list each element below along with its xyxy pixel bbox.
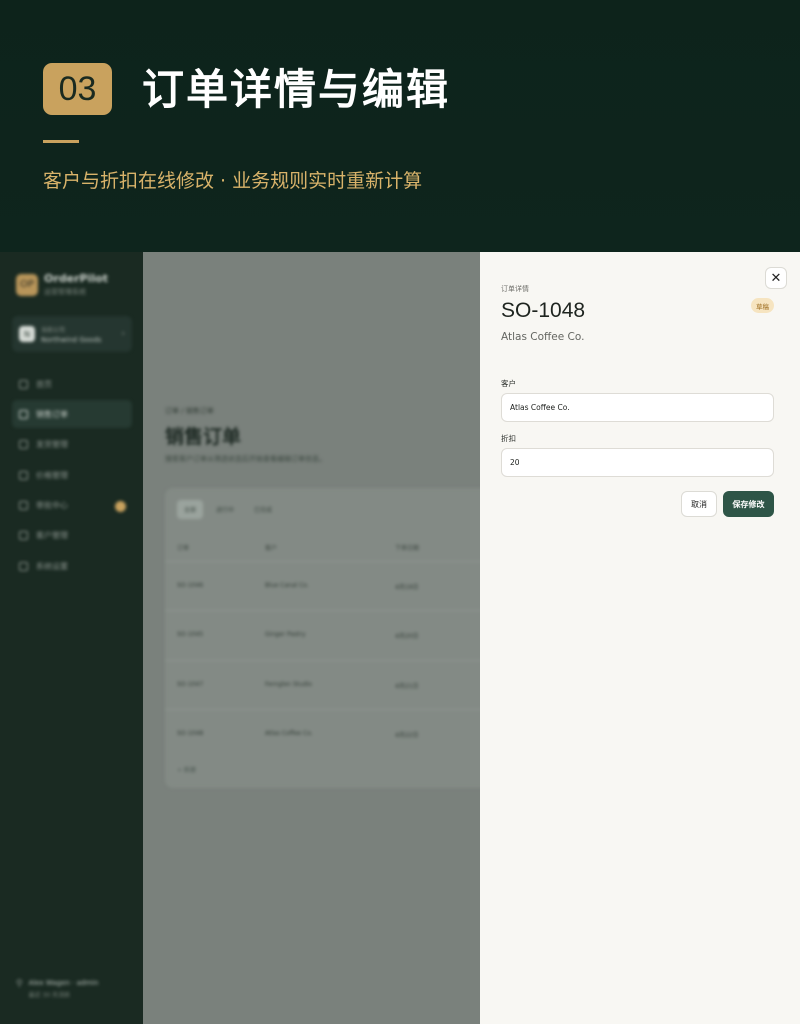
notification-badge [115,500,126,512]
brand[interactable]: OP OrderPilot 运营管理系统 [16,272,108,297]
tab-all[interactable]: 全部 [177,500,204,519]
tenant-switcher[interactable]: N 当前公司 Northwind Goods › [12,316,132,352]
save-button[interactable]: 保存修改 [723,491,774,517]
column-header[interactable]: 订单 [177,543,189,552]
discount-label: 折扣 [501,434,516,443]
cell-order-id: SO-1047 [177,681,204,688]
cell-date: 4月19日 [395,584,419,591]
cart-icon [19,409,28,419]
sidebar-item-pricing[interactable]: 价格管理 [12,461,132,489]
cell-customer: Ginger Pastry [265,631,306,638]
status-tabs: 全部 进行中 已完成 [177,500,279,519]
approval-icon [19,501,28,511]
main-content: 订单 / 销售订单 销售订单 搜索客户订单从筛选状态后开始查看编辑订单信息。 全… [143,252,495,1024]
add-order-link[interactable]: + 新建 [177,765,196,774]
sidebar: OP OrderPilot 运营管理系统 N 当前公司 Northwind Go… [0,252,143,1024]
row-divider [165,561,495,562]
close-button[interactable]: ✕ [765,267,787,289]
cell-date: 4月22日 [395,732,419,739]
tag-icon [19,470,28,480]
sidebar-item-settings[interactable]: 系统设置 [12,552,132,580]
discount-input[interactable] [501,448,774,477]
brand-tagline: 运营管理系统 [44,288,86,296]
hero-banner: 03 订单详情与编辑 客户与折扣在线修改 · 业务规则实时重新计算 [0,0,800,252]
sidebar-item-shipping[interactable]: 发货管理 [12,431,132,459]
brand-name: OrderPilot [44,272,108,285]
column-header[interactable]: 客户 [265,543,277,552]
cell-customer: Fernglen Studio [265,681,312,688]
users-icon [19,531,28,541]
cell-order-id: SO-1045 [177,631,204,638]
column-header[interactable]: 下单日期 [395,543,419,552]
order-detail-drawer: 订单详情 SO-1048 Atlas Coffee Co. ✕ 草稿 客户 折扣… [480,252,800,1024]
sidebar-nav: 首页 销售订单 发货管理 价格管理 审批中心 客户管理 系统设置 [12,370,132,583]
cell-customer: Atlas Coffee Co. [265,730,313,737]
sidebar-item-approvals[interactable]: 审批中心 [12,492,132,520]
sidebar-item-label: 客户管理 [36,531,68,541]
row-divider [165,660,495,661]
tenant-logo: N [19,326,35,342]
link-icon: ⚲ [16,979,23,989]
orders-table: 全部 进行中 已完成 订单 客户 下单日期 SO-1046 Blue Canal… [165,488,495,788]
truck-icon [19,440,28,450]
order-customer-subtitle: Atlas Coffee Co. [501,331,585,343]
cell-order-id: SO-1046 [177,582,204,589]
sidebar-item-label: 发货管理 [36,440,68,450]
gear-icon [19,561,28,571]
sidebar-item-sales-orders[interactable]: 销售订单 [12,400,132,429]
tab-completed[interactable]: 已完成 [247,500,279,519]
drawer-eyebrow: 订单详情 [501,285,529,293]
customer-input[interactable] [501,393,774,422]
order-id-title: SO-1048 [501,299,586,322]
status-badge: 草稿 [751,298,774,313]
app-screenshot: OP OrderPilot 运营管理系统 N 当前公司 Northwind Go… [0,252,800,1024]
hero-divider [43,140,79,143]
hero-subtitle: 客户与折扣在线修改 · 业务规则实时重新计算 [43,170,423,192]
sidebar-item-label: 系统设置 [36,561,68,571]
close-icon: ✕ [770,270,782,285]
sidebar-item-label: 首页 [36,379,52,389]
tenant-name: Northwind Goods [41,335,102,344]
tab-in-progress[interactable]: 进行中 [209,500,241,519]
user-meta: 最近 30 天活跃 [28,992,71,999]
customer-label: 客户 [501,379,516,388]
breadcrumb: 订单 / 销售订单 [165,407,214,415]
sidebar-item-home[interactable]: 首页 [12,370,132,398]
sidebar-item-label: 价格管理 [36,470,68,480]
chevron-right-icon: › [121,329,125,339]
tenant-caption: 当前公司 [41,326,66,334]
cell-customer: Blue Canal Co. [265,582,309,589]
cancel-button[interactable]: 取消 [681,491,717,517]
cell-date: 4月21日 [395,683,419,690]
user-profile[interactable]: ⚲ Alex Wagen · admin 最近 30 天活跃 [16,979,98,999]
home-icon [19,379,28,389]
hero-title: 订单详情与编辑 [142,65,451,114]
cell-order-id: SO-1048 [177,730,204,737]
sidebar-item-label: 销售订单 [36,409,68,419]
sidebar-item-customers[interactable]: 客户管理 [12,522,132,550]
brand-logo: OP [16,273,38,296]
page-description: 搜索客户订单从筛选状态后开始查看编辑订单信息。 [165,455,326,463]
row-divider [165,709,495,710]
row-divider [165,610,495,611]
sidebar-item-label: 审批中心 [36,501,68,511]
section-number-badge: 03 [43,63,112,115]
cell-date: 4月20日 [395,633,419,640]
user-name: Alex Wagen · admin [28,979,99,987]
page-title: 销售订单 [165,426,242,448]
